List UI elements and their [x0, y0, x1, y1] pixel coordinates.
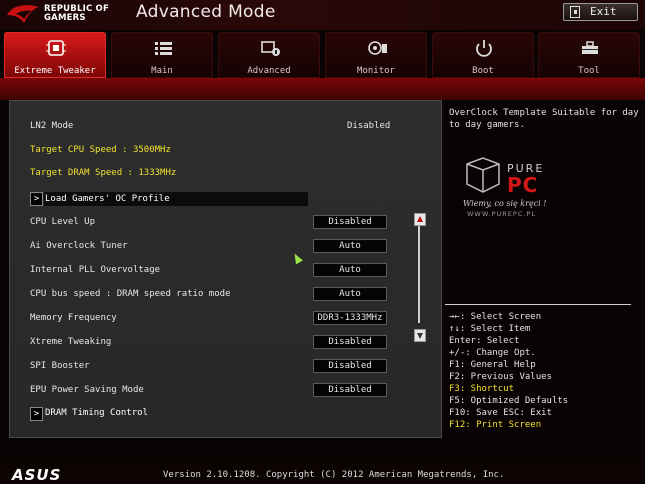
cpu-chip-icon	[46, 40, 66, 56]
top-header-bar: REPUBLIC OF GAMERS Advanced Mode Exit	[0, 0, 645, 30]
key-hint: F10: Save ESC: Exit	[449, 408, 552, 418]
svg-text:PC: PC	[507, 173, 538, 197]
help-text: OverClock Template Suitable for day to d…	[449, 108, 639, 130]
settings-info-icon	[261, 41, 280, 56]
bus-dram-ratio-select[interactable]: Auto	[313, 287, 387, 301]
brand-line-2: GAMERS	[44, 13, 86, 23]
tab-monitor[interactable]: Monitor	[325, 32, 427, 78]
toolbox-icon	[582, 41, 598, 54]
ln2-mode-value: Disabled	[347, 121, 391, 131]
ai-overclock-tuner-label: Ai Overclock Tuner	[30, 241, 128, 251]
tab-underline-bar	[0, 78, 645, 100]
purepc-watermark-logo: PURE PC Wiemy, co się kręci ! WWW.PUREPC…	[463, 157, 547, 218]
key-legend: →←: Select Screen ↑↓: Select Item Enter:…	[449, 311, 568, 431]
fan-gauge-icon	[368, 41, 387, 55]
tab-tool[interactable]: Tool	[538, 32, 640, 78]
target-dram-speed: Target DRAM Speed : 1333MHz	[30, 168, 177, 178]
epu-power-saving-label: EPU Power Saving Mode	[30, 385, 144, 395]
dram-timing-label: DRAM Timing Control	[45, 408, 148, 418]
memory-frequency-label: Memory Frequency	[30, 313, 117, 323]
help-panel: OverClock Template Suitable for day to d…	[445, 100, 645, 438]
internal-pll-overvoltage-select[interactable]: Auto	[313, 263, 387, 277]
tab-label: Tool	[578, 66, 600, 76]
help-divider	[445, 304, 631, 305]
tab-label: Boot	[472, 66, 494, 76]
key-hint: +/-: Change Opt.	[449, 348, 536, 358]
key-hint: Enter: Select	[449, 336, 520, 346]
load-profile-label: Load Gamers' OC Profile	[44, 192, 308, 206]
tab-main[interactable]: Main	[111, 32, 213, 78]
spi-booster-select[interactable]: Disabled	[313, 359, 387, 373]
epu-power-saving-select[interactable]: Disabled	[313, 383, 387, 397]
copyright-text: Version 2.10.1208. Copyright (C) 2012 Am…	[163, 470, 505, 480]
rog-eye-icon	[7, 5, 39, 24]
scroll-up-arrow-icon[interactable]	[414, 213, 426, 226]
exit-door-icon	[570, 6, 580, 18]
cpu-level-up-label: CPU Level Up	[30, 217, 96, 227]
submenu-arrow-icon: >	[30, 192, 43, 206]
spi-booster-label: SPI Booster	[30, 361, 90, 371]
exit-button-label: Exit	[590, 5, 617, 18]
tab-label: Main	[151, 66, 173, 76]
tab-boot[interactable]: Boot	[432, 32, 534, 78]
rog-logo: REPUBLIC OF GAMERS	[6, 2, 124, 28]
key-hint: F2: Previous Values	[449, 372, 552, 382]
key-hint: →←: Select Screen	[449, 312, 542, 322]
tab-label: Advanced	[247, 66, 291, 76]
list-icon	[155, 42, 172, 55]
key-hint: F1: General Help	[449, 360, 536, 370]
tab-label: Monitor	[357, 66, 395, 76]
xtreme-tweaking-select[interactable]: Disabled	[313, 335, 387, 349]
exit-button[interactable]: Exit	[563, 3, 638, 21]
rog-brand-text: REPUBLIC OF GAMERS	[44, 5, 109, 23]
scrollbar-track[interactable]	[418, 219, 420, 323]
power-icon	[476, 40, 492, 57]
submenu-arrow-icon: >	[30, 407, 43, 421]
dram-timing-control[interactable]: > DRAM Timing Control	[30, 407, 230, 421]
cpu-level-up-select[interactable]: Disabled	[313, 215, 387, 229]
ln2-mode-label: LN2 Mode	[30, 121, 74, 131]
ai-overclock-tuner-select[interactable]: Auto	[313, 239, 387, 253]
svg-text:WWW.PUREPC.PL: WWW.PUREPC.PL	[467, 210, 536, 218]
asus-logo: ASUS	[12, 466, 62, 484]
mouse-cursor-icon	[291, 251, 303, 265]
shortcut-key-hint[interactable]: F3: Shortcut	[449, 383, 568, 395]
key-hint: ↑↓: Select Item	[449, 324, 531, 334]
main-tab-bar: Extreme Tweaker Main Advanced Monitor Bo…	[0, 30, 645, 78]
tab-extreme-tweaker[interactable]: Extreme Tweaker	[4, 32, 106, 78]
svg-text:Wiemy, co się kręci !: Wiemy, co się kręci !	[463, 199, 547, 208]
key-hint: F5: Optimized Defaults	[449, 396, 569, 406]
tab-advanced[interactable]: Advanced	[218, 32, 320, 78]
tab-label: Extreme Tweaker	[14, 66, 96, 76]
load-gamers-oc-profile[interactable]: > Load Gamers' OC Profile	[30, 192, 308, 206]
print-screen-key-hint[interactable]: F12: Print Screen	[449, 419, 568, 431]
scroll-down-arrow-icon[interactable]	[414, 329, 426, 342]
internal-pll-overvoltage-label: Internal PLL Overvoltage	[30, 265, 161, 275]
xtreme-tweaking-label: Xtreme Tweaking	[30, 337, 112, 347]
memory-frequency-select[interactable]: DDR3-1333MHz	[313, 311, 387, 325]
target-cpu-speed: Target CPU Speed : 3500MHz	[30, 145, 171, 155]
page-title: Advanced Mode	[136, 2, 276, 22]
bus-dram-ratio-label: CPU bus speed : DRAM speed ratio mode	[30, 289, 231, 299]
settings-panel: LN2 Mode Disabled Target CPU Speed : 350…	[9, 100, 442, 438]
